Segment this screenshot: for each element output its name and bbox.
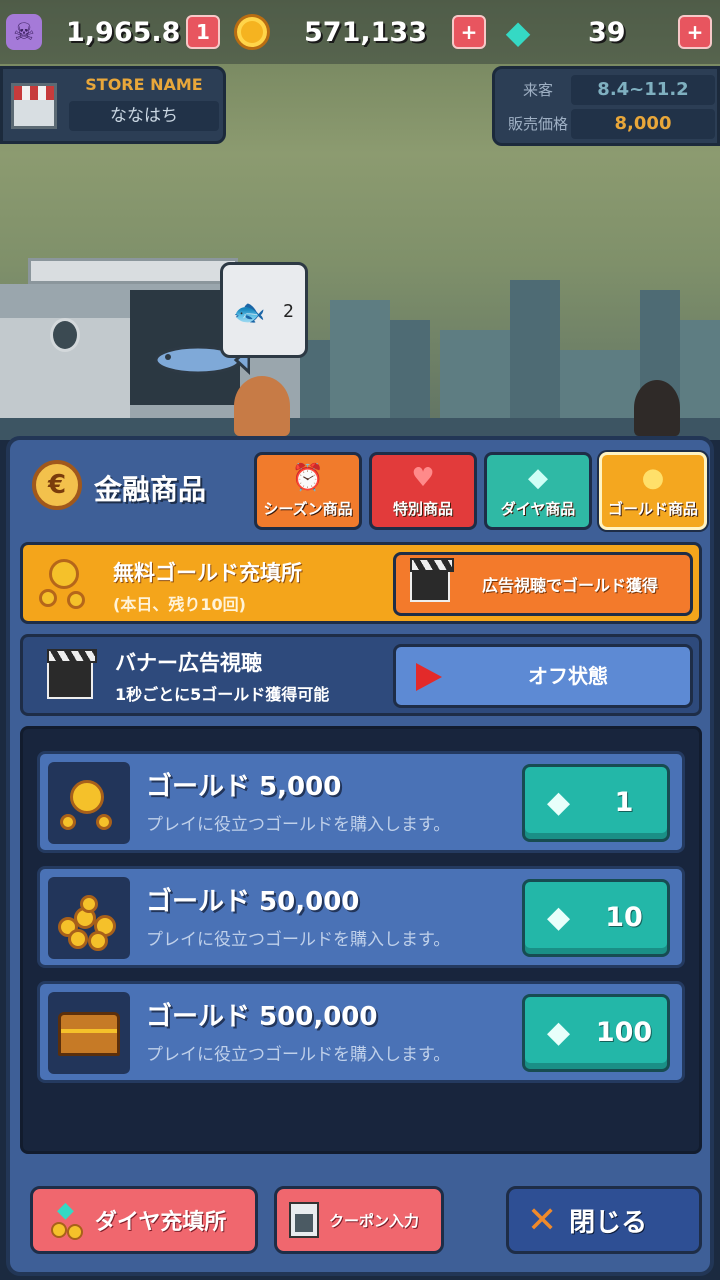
tab-season-label: シーズン商品 bbox=[263, 500, 353, 518]
shopkeeper-character[interactable] bbox=[234, 376, 290, 436]
store-stats: 来客 8.4~11.2 販売価格 8,000 bbox=[492, 66, 720, 146]
play-icon bbox=[416, 663, 442, 691]
small-gold-icon bbox=[48, 762, 130, 844]
gem-counter: 39 bbox=[588, 12, 626, 52]
panel-title: 金融商品 bbox=[94, 473, 207, 506]
banner-ad-toggle-button[interactable]: オフ状態 bbox=[393, 644, 693, 708]
item-name: ゴールド 5,000 bbox=[146, 772, 342, 802]
banner-ad-toggle-label: オフ状態 bbox=[528, 664, 608, 688]
price-label: 販売価格 bbox=[507, 115, 568, 133]
clapperboard-icon bbox=[410, 558, 454, 602]
store-name: ななはち bbox=[69, 101, 219, 131]
item-price: 10 bbox=[605, 902, 643, 933]
banner-ad-subtitle: 1秒ごとに5ゴールド獲得可能 bbox=[115, 685, 330, 704]
add-gold-button[interactable]: + bbox=[452, 15, 486, 49]
customer-character[interactable] bbox=[634, 380, 680, 436]
clapperboard-icon bbox=[47, 649, 97, 699]
alarm-clock-icon: ⏰ bbox=[291, 463, 325, 493]
diamond-refill-button[interactable]: ◆ ダイヤ充填所 bbox=[30, 1186, 258, 1254]
tab-special-label: 特別商品 bbox=[392, 500, 453, 518]
coupon-input-label: クーポン入力 bbox=[329, 1211, 420, 1230]
gem-value: 39 bbox=[588, 16, 626, 48]
skull-value: 1,965.8 bbox=[66, 16, 181, 48]
price-value: 8,000 bbox=[571, 109, 715, 139]
free-gold-title: 無料ゴールド充填所 bbox=[113, 561, 302, 585]
finance-coin-icon: € bbox=[32, 460, 82, 510]
order-bubble[interactable]: 🐟 2 bbox=[220, 262, 308, 358]
skull-icon: ☠ bbox=[6, 14, 42, 50]
list-item: ゴールド 50,000 プレイに役立つゴールドを購入します。 ◆ 10 bbox=[37, 866, 685, 968]
visitors-value: 8.4~11.2 bbox=[571, 75, 715, 105]
add-gem-button[interactable]: + bbox=[678, 15, 712, 49]
tab-gold[interactable]: ● ゴールド商品 bbox=[599, 452, 707, 530]
heart-icon: ♥ bbox=[411, 463, 435, 493]
list-item: ゴールド 500,000 プレイに役立つゴールドを購入します。 ◆ 100 bbox=[37, 981, 685, 1083]
diamond-icon: ◆ bbox=[505, 13, 531, 51]
item-price: 100 bbox=[595, 1017, 653, 1048]
skull-badge[interactable]: 1 bbox=[186, 15, 220, 49]
free-gold-subtitle: (本日、残り10回) bbox=[113, 595, 246, 614]
gold-item-list: ゴールド 5,000 プレイに役立つゴールドを購入します。 ◆ 1 ゴールド 5… bbox=[20, 726, 702, 1154]
banner-ad-row: バナー広告視聴 1秒ごとに5ゴールド獲得可能 オフ状態 bbox=[20, 634, 702, 716]
order-count: 2 bbox=[283, 301, 294, 322]
top-hud: ☠ 1,965.8 1 571,133 + ◆ 39 + bbox=[0, 0, 720, 64]
item-description: プレイに役立つゴールドを購入します。 bbox=[146, 1045, 451, 1065]
item-name: ゴールド 500,000 bbox=[146, 1002, 378, 1032]
gold-coin-icon bbox=[234, 14, 270, 50]
gold-value: 571,133 bbox=[304, 16, 427, 48]
close-button[interactable]: ✕ 閉じる bbox=[506, 1186, 702, 1254]
item-description: プレイに役立つゴールドを購入します。 bbox=[146, 930, 451, 950]
diamond-icon: ◆ bbox=[547, 785, 571, 820]
tab-special[interactable]: ♥ 特別商品 bbox=[369, 452, 477, 530]
visitors-label: 来客 bbox=[522, 81, 553, 99]
buy-button[interactable]: ◆ 100 bbox=[522, 994, 670, 1072]
buy-button[interactable]: ◆ 10 bbox=[522, 879, 670, 957]
item-name: ゴールド 50,000 bbox=[146, 887, 360, 917]
tab-season[interactable]: ⏰ シーズン商品 bbox=[254, 452, 362, 530]
store-icon bbox=[11, 83, 57, 129]
buy-button[interactable]: ◆ 1 bbox=[522, 764, 670, 842]
finance-shop-panel: € 金融商品 ⏰ シーズン商品 ♥ 特別商品 ◆ ダイヤ商品 ● ゴールド商品 … bbox=[6, 436, 714, 1276]
close-label: 閉じる bbox=[569, 1207, 648, 1238]
diamond-icon: ◆ bbox=[528, 463, 548, 493]
diamond-coins-icon: ◆ bbox=[47, 1198, 87, 1242]
close-icon: ✕ bbox=[527, 1199, 558, 1241]
diamond-refill-label: ダイヤ充填所 bbox=[95, 1210, 227, 1235]
free-gold-row: 無料ゴールド充填所 (本日、残り10回) 広告視聴でゴールド獲得 bbox=[20, 542, 702, 624]
list-item: ゴールド 5,000 プレイに役立つゴールドを購入します。 ◆ 1 bbox=[37, 751, 685, 853]
store-info[interactable]: STORE NAME ななはち bbox=[0, 66, 226, 144]
banner-ad-title: バナー広告視聴 bbox=[115, 651, 262, 675]
treasure-chest-icon bbox=[48, 992, 130, 1074]
item-price: 1 bbox=[614, 787, 634, 818]
tab-diamond[interactable]: ◆ ダイヤ商品 bbox=[484, 452, 592, 530]
tab-diamond-label: ダイヤ商品 bbox=[500, 500, 576, 518]
fish-icon: 🐟 bbox=[233, 298, 266, 328]
store-label: STORE NAME bbox=[85, 75, 203, 94]
diamond-icon: ◆ bbox=[547, 1015, 571, 1050]
gold-coins-icon bbox=[39, 559, 93, 611]
gold-pile-icon bbox=[48, 877, 130, 959]
visitors-row: 来客 8.4~11.2 bbox=[505, 75, 715, 105]
diamond-icon: ◆ bbox=[547, 900, 571, 935]
skull-counter: 1,965.8 bbox=[66, 12, 180, 52]
coin-icon: ● bbox=[641, 463, 665, 493]
item-description: プレイに役立つゴールドを購入します。 bbox=[146, 815, 451, 835]
watch-ad-gold-button[interactable]: 広告視聴でゴールド獲得 bbox=[393, 552, 693, 616]
coupon-terminal-icon bbox=[289, 1198, 319, 1242]
tab-gold-label: ゴールド商品 bbox=[607, 500, 698, 518]
price-row: 販売価格 8,000 bbox=[505, 109, 715, 139]
coupon-input-button[interactable]: クーポン入力 bbox=[274, 1186, 444, 1254]
gold-counter: 571,133 bbox=[304, 12, 427, 52]
watch-ad-label: 広告視聴でゴールド獲得 bbox=[481, 576, 658, 595]
